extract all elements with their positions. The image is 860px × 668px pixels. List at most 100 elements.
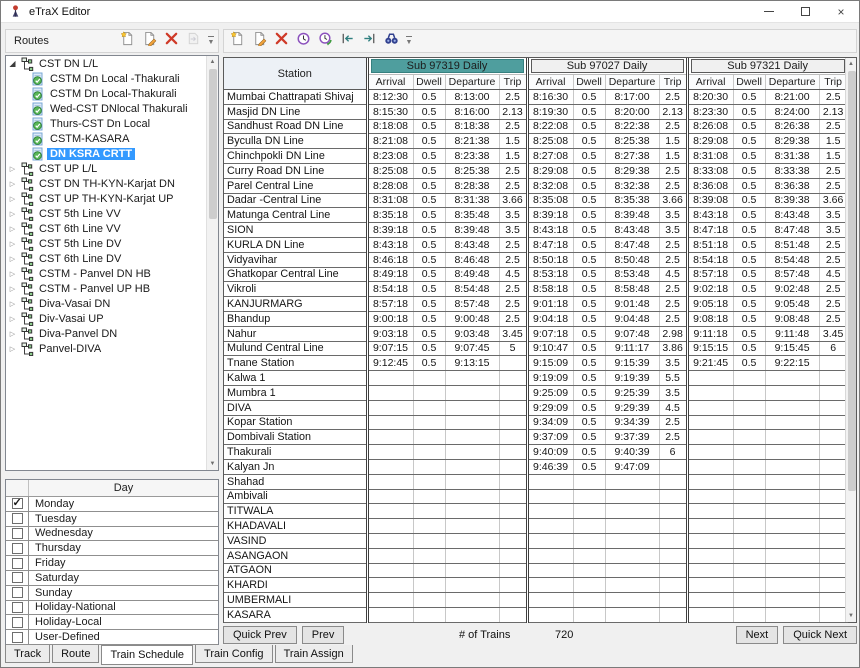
arrival-cell[interactable]: 8:19:30	[527, 104, 573, 119]
arrival-cell[interactable]: 9:15:15	[687, 341, 733, 356]
dwell-cell[interactable]: 0.5	[413, 223, 445, 238]
departure-cell[interactable]: 9:04:48	[605, 311, 659, 326]
dwell-cell[interactable]	[573, 474, 605, 489]
dwell-cell[interactable]: 0.5	[733, 178, 765, 193]
departure-cell[interactable]	[765, 519, 819, 534]
dwell-cell[interactable]	[413, 578, 445, 593]
trip-cell[interactable]	[499, 563, 527, 578]
departure-cell[interactable]: 9:07:48	[605, 326, 659, 341]
dwell-cell[interactable]: 0.5	[733, 193, 765, 208]
import-route-button[interactable]	[182, 31, 204, 51]
tree-item-route[interactable]: ▷CST UP TH-KYN-Karjat UP	[6, 191, 218, 206]
dwell-cell[interactable]: 0.5	[733, 149, 765, 164]
arrival-cell[interactable]	[687, 578, 733, 593]
departure-cell[interactable]: 8:13:00	[445, 90, 499, 105]
train-header[interactable]: Sub 97319 Daily	[371, 59, 524, 73]
arrival-cell[interactable]	[367, 371, 413, 386]
trip-cell[interactable]: 2.5	[659, 178, 687, 193]
trip-cell[interactable]: 4.5	[659, 267, 687, 282]
dwell-cell[interactable]: 0.5	[413, 311, 445, 326]
dwell-cell[interactable]	[733, 474, 765, 489]
trip-cell[interactable]: 5.5	[659, 371, 687, 386]
departure-cell[interactable]: 8:53:48	[605, 267, 659, 282]
arrival-cell[interactable]: 9:37:09	[527, 430, 573, 445]
dwell-cell[interactable]	[573, 504, 605, 519]
dwell-cell[interactable]: 0.5	[733, 134, 765, 149]
arrival-cell[interactable]: 9:05:18	[687, 297, 733, 312]
arrival-cell[interactable]: 9:19:09	[527, 371, 573, 386]
departure-cell[interactable]	[445, 415, 499, 430]
departure-cell[interactable]	[445, 578, 499, 593]
departure-cell[interactable]: 9:05:48	[765, 297, 819, 312]
dwell-cell[interactable]: 0.5	[413, 237, 445, 252]
trip-cell[interactable]: 6	[819, 341, 847, 356]
dwell-cell[interactable]: 0.5	[733, 237, 765, 252]
departure-cell[interactable]: 9:02:48	[765, 282, 819, 297]
dwell-cell[interactable]	[733, 430, 765, 445]
arrival-cell[interactable]	[687, 519, 733, 534]
arrival-cell[interactable]	[527, 593, 573, 608]
arrival-cell[interactable]: 8:26:08	[687, 119, 733, 134]
trip-cell[interactable]: 2.5	[659, 237, 687, 252]
departure-cell[interactable]: 8:47:48	[765, 223, 819, 238]
dwell-cell[interactable]	[733, 607, 765, 622]
dwell-cell[interactable]: 0.5	[413, 341, 445, 356]
dwell-cell[interactable]: 0.5	[413, 297, 445, 312]
tree-item-route[interactable]: ▷CSTM - Panvel DN HB	[6, 266, 218, 281]
quick-prev-button[interactable]: Quick Prev	[223, 626, 297, 644]
shift-left-button[interactable]	[336, 31, 358, 51]
departure-cell[interactable]: 9:00:48	[445, 311, 499, 326]
dwell-cell[interactable]: 0.5	[573, 223, 605, 238]
trip-cell[interactable]	[499, 504, 527, 519]
arrival-cell[interactable]: 8:23:30	[687, 104, 733, 119]
departure-cell[interactable]	[445, 607, 499, 622]
trip-cell[interactable]	[659, 519, 687, 534]
arrival-cell[interactable]: 9:29:09	[527, 400, 573, 415]
dwell-cell[interactable]	[413, 445, 445, 460]
arrival-cell[interactable]: 8:27:08	[527, 149, 573, 164]
dwell-cell[interactable]: 0.5	[573, 356, 605, 371]
arrival-cell[interactable]: 8:28:08	[367, 178, 413, 193]
dwell-cell[interactable]: 0.5	[573, 459, 605, 474]
trip-cell[interactable]	[819, 504, 847, 519]
dwell-cell[interactable]: 0.5	[573, 267, 605, 282]
arrival-cell[interactable]	[687, 563, 733, 578]
day-checkbox[interactable]	[12, 632, 23, 643]
departure-cell[interactable]: 8:28:38	[445, 178, 499, 193]
departure-cell[interactable]	[445, 504, 499, 519]
trip-cell[interactable]: 3.66	[659, 193, 687, 208]
trip-cell[interactable]: 2.5	[499, 119, 527, 134]
departure-cell[interactable]: 8:35:48	[445, 208, 499, 223]
arrival-cell[interactable]: 8:23:08	[367, 149, 413, 164]
departure-cell[interactable]: 8:21:38	[445, 134, 499, 149]
trip-cell[interactable]: 3.66	[499, 193, 527, 208]
arrival-cell[interactable]	[527, 504, 573, 519]
tree-item-schedule[interactable]: DN KSRA CRTT	[6, 146, 218, 161]
departure-cell[interactable]: 8:43:48	[765, 208, 819, 223]
departure-cell[interactable]	[605, 548, 659, 563]
arrival-cell[interactable]: 9:01:18	[527, 297, 573, 312]
expand-icon[interactable]: ▷	[6, 300, 19, 308]
dwell-cell[interactable]: 0.5	[573, 104, 605, 119]
arrival-cell[interactable]	[527, 563, 573, 578]
arrival-cell[interactable]: 8:54:18	[367, 282, 413, 297]
trip-cell[interactable]	[659, 593, 687, 608]
departure-cell[interactable]	[445, 385, 499, 400]
dwell-cell[interactable]: 0.5	[413, 282, 445, 297]
arrival-cell[interactable]	[687, 548, 733, 563]
trip-cell[interactable]: 2.5	[819, 311, 847, 326]
departure-cell[interactable]: 9:40:39	[605, 445, 659, 460]
departure-cell[interactable]: 8:39:48	[445, 223, 499, 238]
dwell-cell[interactable]: 0.5	[573, 371, 605, 386]
expand-icon[interactable]: ▷	[6, 180, 19, 188]
trip-cell[interactable]	[499, 519, 527, 534]
dwell-cell[interactable]	[733, 489, 765, 504]
arrival-cell[interactable]: 9:21:45	[687, 356, 733, 371]
arrival-cell[interactable]: 9:04:18	[527, 311, 573, 326]
departure-cell[interactable]	[765, 548, 819, 563]
trip-cell[interactable]	[499, 400, 527, 415]
trip-cell[interactable]: 2.5	[499, 282, 527, 297]
departure-cell[interactable]: 8:27:38	[605, 149, 659, 164]
departure-cell[interactable]	[445, 593, 499, 608]
departure-cell[interactable]	[765, 607, 819, 622]
